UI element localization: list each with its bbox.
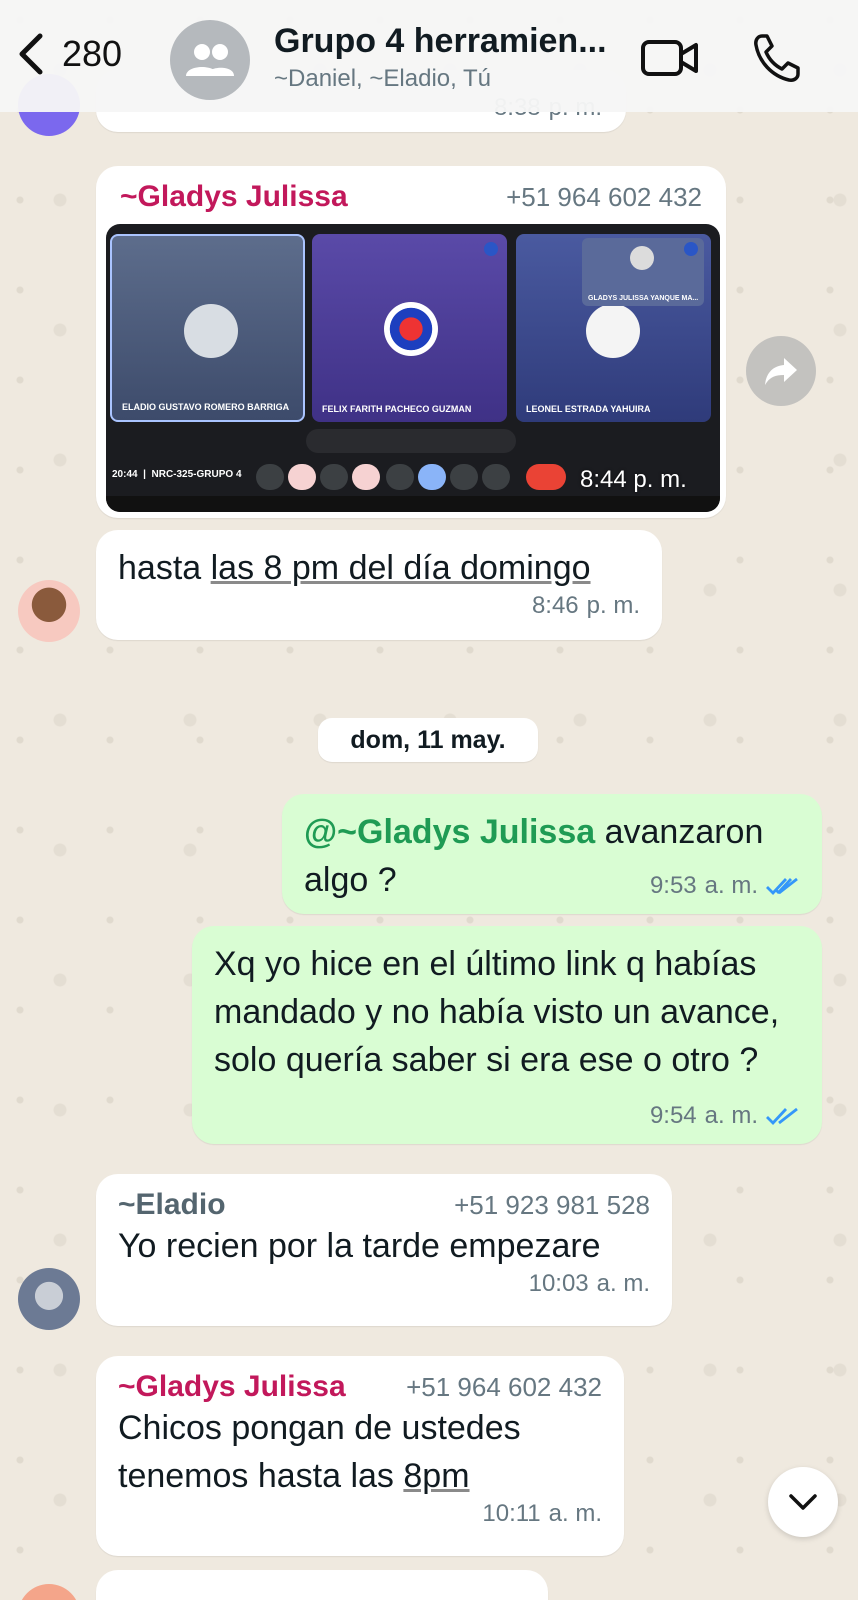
message-text: Xq yo hice en el último link q habías ma…: [214, 945, 780, 1079]
participant-name: LEONEL ESTRADA YAHUIRA: [526, 404, 651, 414]
double-check-icon: [766, 877, 798, 896]
avatar[interactable]: [18, 1268, 80, 1330]
message-text: Yo recien por la tarde empezare: [118, 1227, 601, 1265]
sender-phone: +51 923 981 528: [454, 1190, 650, 1220]
pip-tile: GLADYS JULISSA YANQUE MA...: [582, 238, 704, 306]
date-separator: dom, 11 may.: [318, 718, 538, 762]
message-ampm: a. m.: [704, 1102, 758, 1129]
chat-title-block[interactable]: Grupo 4 herramien... ~Daniel, ~Eladio, T…: [274, 22, 624, 93]
sender-phone: +51 964 602 432: [506, 182, 702, 212]
pip-name: GLADYS JULISSA YANQUE MA...: [588, 295, 699, 302]
group-icon: [186, 44, 234, 76]
forward-icon: [765, 358, 797, 385]
message-ampm: a. m.: [704, 872, 758, 899]
partial-message-bubble: [96, 1570, 548, 1600]
participant-tile: FELIX FARITH PACHECO GUZMAN: [312, 234, 507, 422]
avatar[interactable]: [18, 580, 80, 642]
message-time: 9:54: [649, 1102, 697, 1129]
chat-members: ~Daniel, ~Eladio, Tú: [274, 65, 492, 92]
message-time: 8:44: [580, 466, 627, 493]
sender-name: ~Gladys Julissa: [118, 1370, 346, 1403]
back-button[interactable]: 280: [14, 30, 122, 78]
message-text: hasta las 8 pm del día domingo: [118, 544, 640, 592]
group-avatar[interactable]: [170, 20, 250, 100]
message-bubble[interactable]: ~Eladio +51 923 981 528 Yo recien por la…: [96, 1174, 672, 1326]
message-ampm: p. m.: [633, 466, 687, 493]
mention-link[interactable]: @~Gladys Julissa: [304, 813, 595, 851]
outgoing-message-bubble[interactable]: Xq yo hice en el último link q habías ma…: [192, 926, 822, 1144]
outgoing-message-bubble[interactable]: @~Gladys Julissa avanzaron algo ? 9:53 a…: [282, 794, 822, 914]
message-time: 10:03: [528, 1270, 589, 1297]
message-time: 8:46: [531, 592, 579, 619]
message-text-part: hasta: [118, 549, 211, 587]
sender-name: ~Eladio: [118, 1188, 226, 1221]
chat-header: 280 Grupo 4 herramien... ~Daniel, ~Eladi…: [0, 0, 858, 112]
unread-count: 280: [62, 33, 123, 74]
message-bubble[interactable]: ~Gladys Julissa +51 964 602 432 Chicos p…: [96, 1356, 624, 1556]
message-bubble[interactable]: hasta las 8 pm del día domingo 8:46 p. m…: [96, 530, 662, 640]
scroll-to-bottom-button[interactable]: [768, 1467, 838, 1537]
video-camera-icon[interactable]: [640, 36, 700, 80]
double-check-icon: [766, 1107, 798, 1126]
chat-title: Grupo 4 herramien...: [274, 22, 607, 60]
message-link-text[interactable]: 8pm: [403, 1457, 469, 1495]
message-time: 10:11: [482, 1500, 541, 1527]
forward-button[interactable]: [746, 336, 816, 406]
message-ampm: p. m.: [586, 592, 640, 619]
chevron-down-icon: [789, 1494, 817, 1510]
message-text: Chicos pongan de ustedes tenemos hasta l…: [118, 1404, 602, 1500]
message-ampm: a. m.: [548, 1500, 602, 1527]
participant-name: FELIX FARITH PACHECO GUZMAN: [322, 404, 472, 414]
message-ampm: a. m.: [596, 1270, 650, 1297]
taskbar: [106, 496, 720, 512]
message-time: 9:53: [649, 872, 697, 899]
sender-name: ~Gladys Julissa: [120, 180, 348, 213]
participant-tile: ELADIO GUSTAVO ROMERO BARRIGA: [110, 234, 305, 422]
message-link-text[interactable]: las 8 pm del día domingo: [211, 549, 591, 587]
sender-phone: +51 964 602 432: [406, 1372, 602, 1402]
chevron-left-icon: [19, 33, 43, 75]
reactions-bar: [306, 429, 516, 453]
participant-name: ELADIO GUSTAVO ROMERO BARRIGA: [122, 402, 290, 412]
phone-icon[interactable]: [752, 32, 800, 84]
